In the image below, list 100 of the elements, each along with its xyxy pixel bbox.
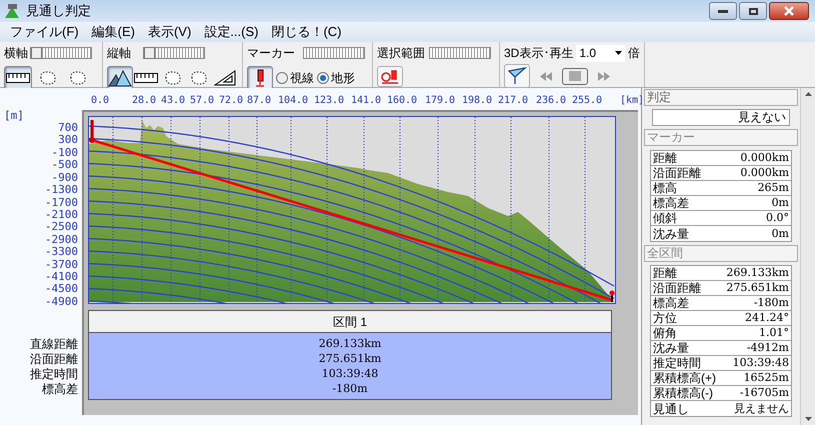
info-value: -4912m bbox=[746, 341, 790, 355]
ruler-icon bbox=[6, 73, 30, 83]
maximize-button[interactable] bbox=[739, 2, 767, 20]
menu-item[interactable]: 閉じる！(C) bbox=[271, 22, 342, 42]
radio-label: 視線 bbox=[290, 70, 314, 87]
menu-item[interactable]: 表示(V) bbox=[148, 22, 192, 42]
menu-item[interactable]: ファイル(F) bbox=[10, 22, 79, 42]
x-axis-label: 160.0 bbox=[386, 94, 418, 108]
scroll-down-icon bbox=[804, 417, 812, 421]
radio-label: 地形 bbox=[331, 70, 355, 87]
y-axis-label: -4100 bbox=[44, 271, 78, 284]
toolbar-label: 横軸 bbox=[4, 45, 28, 62]
info-value: 241.24° bbox=[745, 311, 790, 325]
info-value: 見えません bbox=[734, 402, 790, 416]
x-axis-label: 255.0 bbox=[572, 94, 602, 108]
info-value: 0.0° bbox=[766, 211, 790, 225]
x-axis-label: 236.0 bbox=[536, 94, 566, 108]
y-axis-label: -1700 bbox=[44, 196, 78, 209]
panel-header: 全区間 bbox=[644, 245, 798, 262]
x-axis-label: 217.0 bbox=[498, 94, 528, 108]
info-value: 275.651km bbox=[726, 281, 790, 295]
toolbar-label: 縦軸 bbox=[107, 45, 131, 62]
info-value: 269.133km bbox=[726, 266, 790, 280]
toolbar-label: マーカー bbox=[247, 45, 295, 62]
info-label: 方位 bbox=[652, 311, 677, 325]
mountains-icon bbox=[108, 69, 132, 87]
range-marker-icon bbox=[380, 68, 400, 84]
info-label: 俯角 bbox=[652, 326, 677, 340]
scrollbar[interactable] bbox=[800, 88, 815, 425]
y-axis-label: -900 bbox=[52, 172, 78, 184]
y-axis-unit: [m] bbox=[3, 110, 25, 122]
window-title: 見通し判定 bbox=[26, 2, 91, 20]
toolbar-label: 3D表示･再生 bbox=[504, 45, 574, 62]
dotted-outline-icon bbox=[68, 70, 88, 86]
info-label: 標高差 bbox=[652, 196, 689, 210]
slider[interactable] bbox=[30, 47, 92, 59]
speed-dropdown[interactable]: 1.0 bbox=[576, 44, 625, 62]
info-value: -180m bbox=[754, 296, 790, 310]
slider[interactable] bbox=[143, 47, 205, 59]
info-label: 累積標高(-) bbox=[652, 386, 713, 400]
slider-thumb[interactable] bbox=[31, 47, 42, 59]
info-value: 265m bbox=[758, 181, 790, 195]
info-label: 推定時間 bbox=[652, 356, 701, 370]
scroll-up-icon bbox=[804, 92, 812, 96]
info-label: 沿面距離 bbox=[652, 281, 701, 295]
dotted-outline-icon bbox=[162, 70, 182, 86]
panel-header: 判定 bbox=[644, 89, 798, 106]
y-axis-label: 700 bbox=[58, 122, 78, 134]
section-value: 269.133km bbox=[318, 336, 382, 351]
info-label: 標高差 bbox=[652, 296, 689, 310]
info-value: 103:39:48 bbox=[732, 356, 790, 370]
x-axis-label: 141.0 bbox=[350, 94, 382, 108]
x-axis-label: 179.0 bbox=[424, 94, 456, 108]
y-axis-label: -500 bbox=[52, 159, 78, 172]
menu-item[interactable]: 編集(E) bbox=[92, 22, 135, 42]
range-button[interactable] bbox=[377, 66, 403, 87]
radio-button[interactable] bbox=[276, 72, 288, 84]
radio-button[interactable] bbox=[317, 72, 329, 84]
dropdown-caret-icon bbox=[615, 51, 622, 55]
row-label: 沿面距離 bbox=[30, 352, 78, 367]
info-value: -16705m bbox=[740, 386, 790, 400]
panel-header: マーカー bbox=[644, 129, 798, 146]
3d-view-button[interactable] bbox=[504, 64, 530, 88]
result-field: 見えない bbox=[652, 109, 790, 126]
info-label: 見通し bbox=[652, 402, 689, 416]
stop-button[interactable] bbox=[562, 68, 588, 84]
close-icon bbox=[784, 6, 794, 16]
x-axis-label: 123.0 bbox=[314, 94, 344, 108]
y-axis-label: -2900 bbox=[44, 234, 78, 246]
info-label: 沈み量 bbox=[652, 341, 689, 355]
info-label: 累積標高(+) bbox=[652, 371, 716, 385]
toolbar-button[interactable] bbox=[107, 66, 134, 90]
info-label: 標高 bbox=[652, 181, 677, 195]
x-axis-label: 43.0 bbox=[160, 94, 186, 108]
x-axis-label: 198.0 bbox=[462, 94, 492, 108]
y-axis-label: -4900 bbox=[44, 296, 78, 308]
rewind-icon bbox=[540, 72, 552, 80]
row-label: 標高差 bbox=[42, 382, 78, 397]
slider-thumb[interactable] bbox=[144, 47, 155, 59]
section-value: 103:39:48 bbox=[322, 366, 378, 381]
section-value: 275.651km bbox=[318, 351, 382, 366]
x-axis-label: 0.0 bbox=[90, 94, 110, 108]
ruler-icon bbox=[134, 73, 158, 83]
info-label: 距離 bbox=[652, 151, 677, 165]
info-label: 距離 bbox=[652, 266, 677, 280]
fast-forward-icon bbox=[598, 72, 610, 80]
x-axis-label: 87.0 bbox=[246, 94, 272, 108]
y-axis-label: -3700 bbox=[44, 258, 78, 271]
dotted-outline-icon bbox=[38, 70, 58, 86]
x-axis-label: 72.0 bbox=[218, 94, 244, 108]
x-axis-label: 57.0 bbox=[190, 94, 214, 108]
dotted-outline-icon bbox=[188, 70, 209, 86]
menu-item[interactable]: 設定...(S) bbox=[204, 22, 258, 42]
toolbar-button[interactable] bbox=[4, 66, 32, 90]
close-button[interactable] bbox=[769, 2, 809, 20]
info-value: 0m bbox=[772, 226, 790, 240]
section-header: 区間 1 bbox=[89, 311, 611, 333]
minimize-button[interactable] bbox=[709, 2, 737, 20]
pen-icon bbox=[255, 69, 265, 87]
marker-button[interactable] bbox=[247, 66, 273, 90]
